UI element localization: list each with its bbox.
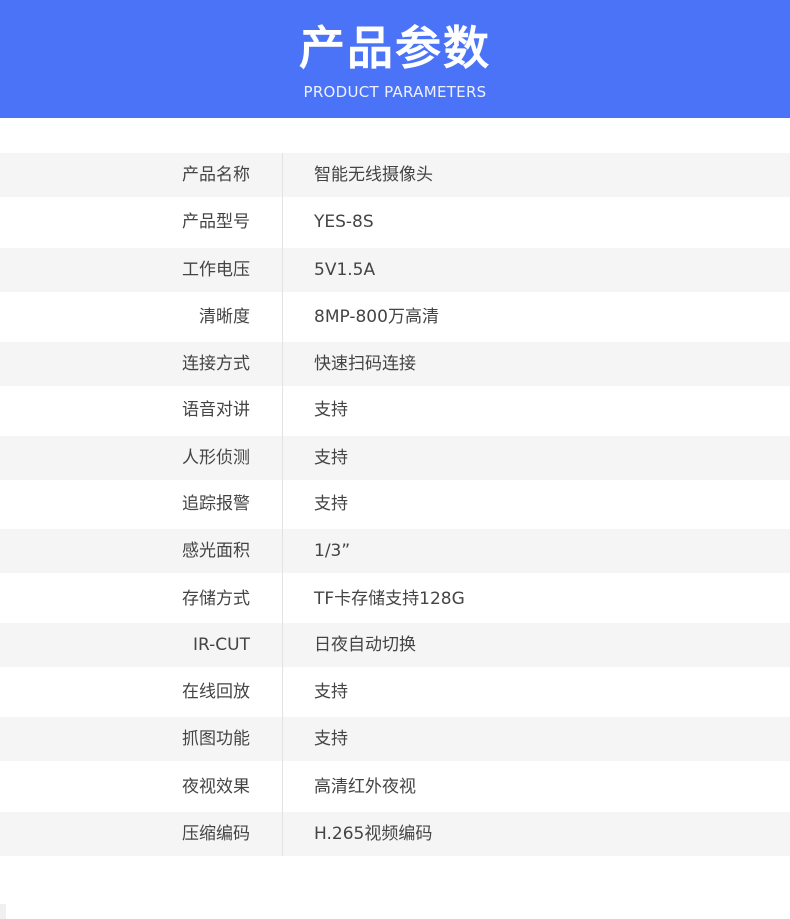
param-value: 智能无线摄像头 — [314, 165, 433, 185]
param-label: IR-CUT — [193, 635, 250, 655]
param-value: 快速扫码连接 — [314, 354, 416, 374]
param-row: 追踪报警 支持 — [0, 482, 790, 526]
param-value: 日夜自动切换 — [314, 635, 416, 655]
param-label: 存储方式 — [182, 589, 250, 609]
param-value: 支持 — [314, 682, 348, 702]
param-label: 在线回放 — [182, 682, 250, 702]
param-value: 支持 — [314, 400, 348, 420]
param-row: 语音对讲 支持 — [0, 388, 790, 432]
header-banner: 产品参数 PRODUCT PARAMETERS — [0, 0, 790, 118]
param-value: 高清红外夜视 — [314, 777, 416, 797]
param-label: 抓图功能 — [182, 729, 250, 749]
param-label: 清晰度 — [199, 307, 250, 327]
param-label: 感光面积 — [182, 541, 250, 561]
param-row: 产品名称 智能无线摄像头 — [0, 153, 790, 197]
param-row: 清晰度 8MP-800万高清 — [0, 295, 790, 339]
param-value: 8MP-800万高清 — [314, 307, 439, 327]
param-row: 在线回放 支持 — [0, 670, 790, 714]
param-row: 感光面积 1/3” — [0, 529, 790, 573]
param-label: 压缩编码 — [182, 824, 250, 844]
page-subtitle: PRODUCT PARAMETERS — [303, 83, 487, 101]
param-label: 人形侦测 — [182, 448, 250, 468]
param-row: 压缩编码 H.265视频编码 — [0, 812, 790, 856]
parameter-table: 产品名称 智能无线摄像头 产品型号 YES-8S 工作电压 5V1.5A 清晰度… — [0, 153, 790, 856]
param-label: 工作电压 — [182, 260, 250, 280]
param-value: 1/3” — [314, 541, 351, 561]
param-label: 语音对讲 — [182, 400, 250, 420]
param-label: 追踪报警 — [182, 494, 250, 514]
param-row: 抓图功能 支持 — [0, 717, 790, 761]
param-label: 产品型号 — [182, 212, 250, 232]
param-value: TF卡存储支持128G — [314, 589, 465, 609]
param-row: 连接方式 快速扫码连接 — [0, 342, 790, 386]
param-label: 连接方式 — [182, 354, 250, 374]
param-value: 5V1.5A — [314, 260, 376, 280]
param-value: 支持 — [314, 494, 348, 514]
param-row: 存储方式 TF卡存储支持128G — [0, 577, 790, 621]
page-title: 产品参数 — [299, 21, 491, 75]
param-row: 产品型号 YES-8S — [0, 200, 790, 244]
param-value: H.265视频编码 — [314, 824, 433, 844]
param-row: 人形侦测 支持 — [0, 436, 790, 480]
param-label: 夜视效果 — [182, 777, 250, 797]
column-divider — [282, 153, 283, 856]
param-label: 产品名称 — [182, 165, 250, 185]
param-row: 工作电压 5V1.5A — [0, 248, 790, 292]
corner-mark — [0, 904, 6, 919]
param-row: 夜视效果 高清红外夜视 — [0, 765, 790, 809]
param-value: 支持 — [314, 448, 348, 468]
param-row: IR-CUT 日夜自动切换 — [0, 623, 790, 667]
param-value: YES-8S — [314, 212, 374, 232]
param-value: 支持 — [314, 729, 348, 749]
